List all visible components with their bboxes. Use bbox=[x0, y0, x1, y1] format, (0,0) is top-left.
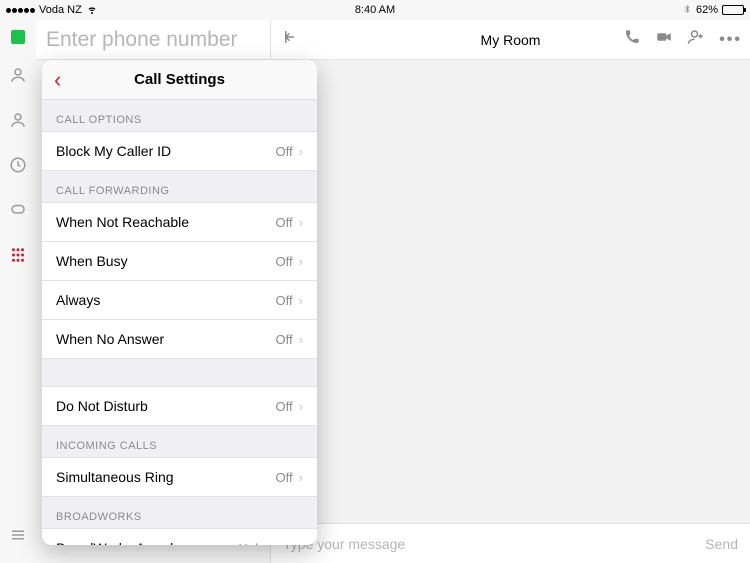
clock-label: 8:40 AM bbox=[355, 4, 395, 16]
more-icon[interactable]: ••• bbox=[719, 31, 742, 49]
row-always[interactable]: Always Off › bbox=[42, 280, 317, 320]
compose-bar[interactable]: Type your message Send bbox=[271, 523, 750, 563]
contact-icon[interactable] bbox=[9, 66, 27, 89]
row-label: Do Not Disturb bbox=[56, 398, 148, 414]
section-incoming: INCOMING CALLS bbox=[42, 426, 317, 458]
row-value: Off bbox=[276, 399, 293, 414]
row-value: Off bbox=[276, 144, 293, 159]
chevron-right-icon: › bbox=[299, 470, 303, 485]
bluetooth-icon bbox=[682, 3, 692, 18]
call-settings-popover: ‹ Call Settings CALL OPTIONS Block My Ca… bbox=[42, 60, 317, 545]
row-not-reachable[interactable]: When Not Reachable Off › bbox=[42, 202, 317, 242]
row-dnd[interactable]: Do Not Disturb Off › bbox=[42, 386, 317, 426]
row-value: Off bbox=[276, 254, 293, 269]
chevron-right-icon: › bbox=[299, 144, 303, 159]
send-button[interactable]: Send bbox=[705, 536, 738, 552]
status-bar: Voda NZ 8:40 AM 62% bbox=[0, 0, 750, 20]
section-call-options: CALL OPTIONS bbox=[42, 100, 317, 132]
chat-icon[interactable] bbox=[9, 201, 27, 224]
chevron-right-icon: › bbox=[299, 293, 303, 308]
row-sim-ring[interactable]: Simultaneous Ring Off › bbox=[42, 457, 317, 497]
chevron-right-icon: › bbox=[299, 254, 303, 269]
row-label: BroadWorks Anywhere bbox=[56, 540, 198, 545]
row-value: Unknown bbox=[238, 541, 292, 546]
row-label: When No Answer bbox=[56, 331, 164, 347]
menu-icon[interactable] bbox=[9, 526, 27, 549]
row-label: When Not Reachable bbox=[56, 214, 189, 230]
room-body bbox=[271, 60, 750, 523]
chevron-right-icon: › bbox=[299, 215, 303, 230]
battery-icon bbox=[722, 5, 744, 15]
row-broadworks-anywhere[interactable]: BroadWorks Anywhere Unknown › bbox=[42, 528, 317, 545]
sidebar-rail bbox=[0, 20, 36, 563]
carrier-label: Voda NZ bbox=[39, 4, 82, 16]
row-no-answer[interactable]: When No Answer Off › bbox=[42, 319, 317, 359]
popover-title: Call Settings bbox=[134, 71, 225, 88]
row-value: Off bbox=[276, 293, 293, 308]
row-label: When Busy bbox=[56, 253, 128, 269]
dialpad-icon[interactable] bbox=[9, 246, 27, 269]
battery-pct-label: 62% bbox=[696, 4, 718, 16]
room-header: My Room ••• bbox=[271, 20, 750, 60]
add-person-icon[interactable] bbox=[687, 28, 705, 51]
back-button[interactable]: ‹ bbox=[54, 67, 61, 93]
signal-icon bbox=[6, 8, 35, 13]
section-call-forwarding: CALL FORWARDING bbox=[42, 171, 317, 203]
row-label: Block My Caller ID bbox=[56, 143, 171, 159]
row-value: Off bbox=[276, 332, 293, 347]
row-label: Always bbox=[56, 292, 100, 308]
presence-indicator[interactable] bbox=[11, 30, 25, 44]
row-value: Off bbox=[276, 470, 293, 485]
collapse-icon[interactable] bbox=[279, 28, 297, 51]
chevron-right-icon: › bbox=[299, 332, 303, 347]
call-icon[interactable] bbox=[623, 28, 641, 51]
room-title: My Room bbox=[481, 32, 541, 48]
row-value: Off bbox=[276, 215, 293, 230]
section-broadworks: BROADWORKS bbox=[42, 497, 317, 529]
row-label: Simultaneous Ring bbox=[56, 469, 174, 485]
contact-alt-icon[interactable] bbox=[9, 111, 27, 134]
chevron-right-icon: › bbox=[299, 541, 303, 546]
phone-input-placeholder: Enter phone number bbox=[46, 28, 237, 52]
phone-number-input[interactable]: Enter phone number bbox=[36, 20, 270, 60]
popover-header: ‹ Call Settings bbox=[42, 60, 317, 100]
chevron-right-icon: › bbox=[299, 399, 303, 414]
row-block-caller-id[interactable]: Block My Caller ID Off › bbox=[42, 131, 317, 171]
video-icon[interactable] bbox=[655, 28, 673, 51]
row-busy[interactable]: When Busy Off › bbox=[42, 241, 317, 281]
wifi-icon bbox=[86, 3, 98, 18]
history-icon[interactable] bbox=[9, 156, 27, 179]
